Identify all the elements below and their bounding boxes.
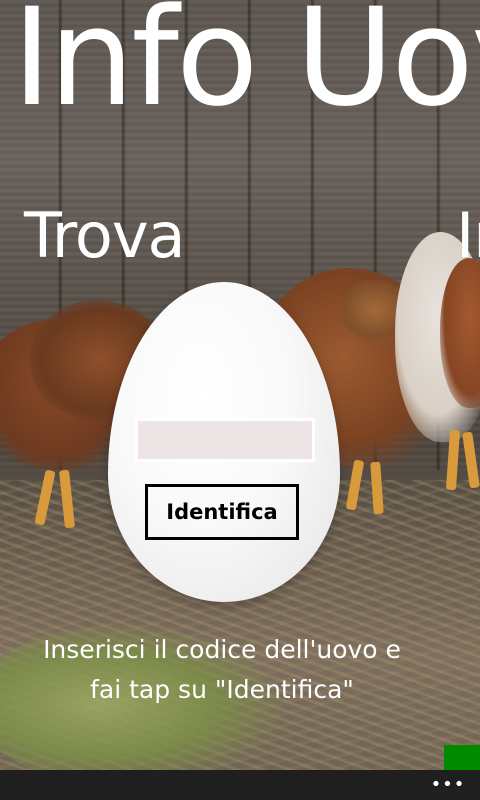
section-title-next[interactable]: Info [456,196,480,276]
identify-button[interactable]: Identifica [145,484,299,540]
instruction-text: Inserisci il codice dell'uovo e fai tap … [0,630,444,710]
section-title-trova[interactable]: Trova [24,196,186,276]
egg-code-input[interactable] [135,418,315,462]
panorama-title: Info Uovo [12,0,480,136]
accent-tile [444,745,480,770]
instruction-line-1: Inserisci il codice dell'uovo e [43,635,401,664]
app-bar: ••• [0,770,480,800]
ellipsis-icon[interactable]: ••• [428,770,468,800]
app-screen: Info Uovo Trova Info Identifica Inserisc… [0,0,480,800]
instruction-line-2: fai tap su "Identifica" [90,675,354,704]
